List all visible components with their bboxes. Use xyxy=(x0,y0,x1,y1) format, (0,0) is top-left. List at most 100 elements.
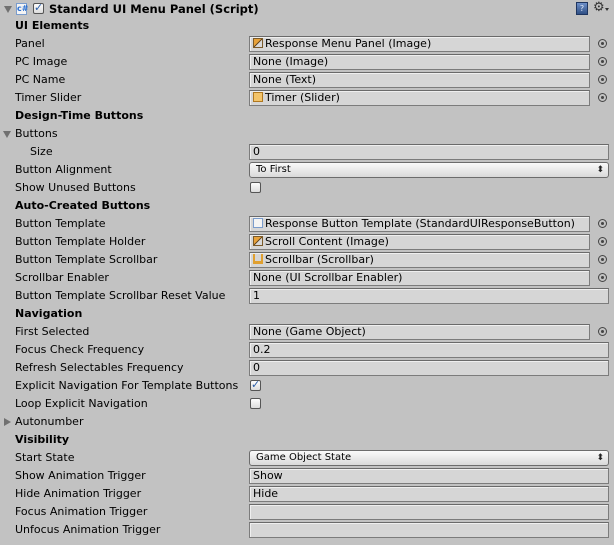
field-value: 0 xyxy=(253,361,260,374)
scrollbar-icon xyxy=(253,254,263,264)
refresh-selectables-frequency-input[interactable]: 0 xyxy=(249,360,609,376)
field-row-pc-image: PC Image None (Image) xyxy=(0,53,614,71)
component-title: Standard UI Menu Panel (Script) xyxy=(49,2,259,16)
foldout-closed-icon[interactable] xyxy=(4,418,11,426)
foldout-open-icon[interactable] xyxy=(3,131,11,138)
object-picker-icon[interactable] xyxy=(598,57,607,66)
field-value: Timer (Slider) xyxy=(265,91,340,104)
button-alignment-dropdown[interactable]: To First ⬍ xyxy=(249,162,609,178)
unfocus-animation-trigger-input[interactable] xyxy=(249,522,609,538)
object-picker-icon[interactable] xyxy=(598,237,607,246)
object-picker-icon[interactable] xyxy=(598,255,607,264)
panel-object-field[interactable]: Response Menu Panel (Image) xyxy=(249,36,590,52)
field-label: Loop Explicit Navigation xyxy=(15,397,148,410)
field-label: Focus Animation Trigger xyxy=(15,505,148,518)
field-label: Show Unused Buttons xyxy=(15,181,136,194)
field-row-focus-check-frequency: Focus Check Frequency 0.2 xyxy=(0,341,614,359)
foldout-label[interactable]: Autonumber xyxy=(15,415,83,428)
field-row-button-template-scrollbar: Button Template Scrollbar Scrollbar (Scr… xyxy=(0,251,614,269)
section-heading: Navigation xyxy=(15,307,83,320)
dropdown-value: To First xyxy=(256,164,291,175)
focus-check-frequency-input[interactable]: 0.2 xyxy=(249,342,609,358)
field-row-timer-slider: Timer Slider Timer (Slider) xyxy=(0,89,614,107)
field-label: Button Alignment xyxy=(15,163,112,176)
object-picker-icon[interactable] xyxy=(598,219,607,228)
field-row-explicit-navigation: Explicit Navigation For Template Buttons xyxy=(0,377,614,395)
pc-image-object-field[interactable]: None (Image) xyxy=(249,54,590,70)
image-icon xyxy=(253,38,263,48)
field-label: Size xyxy=(30,145,53,158)
scrollbar-reset-value-input[interactable]: 1 xyxy=(249,288,609,304)
focus-animation-trigger-input[interactable] xyxy=(249,504,609,520)
field-value: None (Image) xyxy=(253,55,329,68)
field-value: 0.2 xyxy=(253,343,271,356)
field-value: Show xyxy=(253,469,283,482)
foldout-open-icon[interactable] xyxy=(4,6,12,13)
scrollbar-enabler-object-field[interactable]: None (UI Scrollbar Enabler) xyxy=(249,270,590,286)
field-row-panel: Panel Response Menu Panel (Image) xyxy=(0,35,614,53)
field-row-scrollbar-enabler: Scrollbar Enabler None (UI Scrollbar Ena… xyxy=(0,269,614,287)
field-label: Show Animation Trigger xyxy=(15,469,146,482)
help-icon[interactable]: ? xyxy=(576,2,588,15)
field-label: Button Template Scrollbar Reset Value xyxy=(15,289,226,302)
script-icon xyxy=(253,218,263,228)
button-template-scrollbar-object-field[interactable]: Scrollbar (Scrollbar) xyxy=(249,252,590,268)
section-heading: Design-Time Buttons xyxy=(15,109,144,122)
field-value: Scroll Content (Image) xyxy=(265,235,389,248)
field-row-show-unused-buttons: Show Unused Buttons xyxy=(0,179,614,197)
first-selected-object-field[interactable]: None (Game Object) xyxy=(249,324,590,340)
section-navigation: Navigation xyxy=(0,305,614,323)
timer-slider-object-field[interactable]: Timer (Slider) xyxy=(249,90,590,106)
section-visibility: Visibility xyxy=(0,431,614,449)
loop-explicit-navigation-checkbox[interactable] xyxy=(250,398,261,409)
show-animation-trigger-input[interactable]: Show xyxy=(249,468,609,484)
field-label: Start State xyxy=(15,451,75,464)
field-value: None (Game Object) xyxy=(253,325,366,338)
field-value: Hide xyxy=(253,487,279,500)
field-value: None (UI Scrollbar Enabler) xyxy=(253,271,403,284)
foldout-label[interactable]: Buttons xyxy=(15,127,58,140)
component-enabled-checkbox[interactable] xyxy=(33,1,44,14)
field-row-button-template: Button Template Response Button Template… xyxy=(0,215,614,233)
button-template-holder-object-field[interactable]: Scroll Content (Image) xyxy=(249,234,590,250)
show-unused-buttons-checkbox[interactable] xyxy=(250,182,261,193)
field-row-unfocus-animation-trigger: Unfocus Animation Trigger xyxy=(0,521,614,539)
field-row-button-template-holder: Button Template Holder Scroll Content (I… xyxy=(0,233,614,251)
field-value: None (Text) xyxy=(253,73,317,86)
image-icon xyxy=(253,236,263,246)
start-state-dropdown[interactable]: Game Object State ⬍ xyxy=(249,450,609,466)
field-row-refresh-selectables-frequency: Refresh Selectables Frequency 0 xyxy=(0,359,614,377)
object-picker-icon[interactable] xyxy=(598,39,607,48)
field-label: PC Name xyxy=(15,73,66,86)
object-picker-icon[interactable] xyxy=(598,327,607,336)
explicit-navigation-checkbox[interactable] xyxy=(250,378,261,391)
field-label: PC Image xyxy=(15,55,68,68)
field-label: Button Template Holder xyxy=(15,235,146,248)
field-label: Button Template xyxy=(15,217,106,230)
object-picker-icon[interactable] xyxy=(598,93,607,102)
field-value: Response Button Template (StandardUIResp… xyxy=(265,217,575,230)
field-row-pc-name: PC Name None (Text) xyxy=(0,71,614,89)
field-row-buttons[interactable]: Buttons xyxy=(0,125,614,143)
section-auto-created-buttons: Auto-Created Buttons xyxy=(0,197,614,215)
size-input[interactable]: 0 xyxy=(249,144,609,160)
object-picker-icon[interactable] xyxy=(598,273,607,282)
gear-icon[interactable]: ⚙ xyxy=(593,0,605,15)
field-value: 1 xyxy=(253,289,260,302)
field-row-first-selected: First Selected None (Game Object) xyxy=(0,323,614,341)
field-row-autonumber[interactable]: Autonumber xyxy=(0,413,614,431)
button-template-object-field[interactable]: Response Button Template (StandardUIResp… xyxy=(249,216,590,232)
field-row-button-alignment: Button Alignment To First ⬍ xyxy=(0,161,614,179)
hide-animation-trigger-input[interactable]: Hide xyxy=(249,486,609,502)
gear-menu-caret-icon xyxy=(605,8,609,11)
field-label: Focus Check Frequency xyxy=(15,343,145,356)
slider-icon xyxy=(253,92,263,102)
object-picker-icon[interactable] xyxy=(598,75,607,84)
field-row-show-animation-trigger: Show Animation Trigger Show xyxy=(0,467,614,485)
field-row-loop-explicit-navigation: Loop Explicit Navigation xyxy=(0,395,614,413)
dropdown-value: Game Object State xyxy=(256,452,352,463)
pc-name-object-field[interactable]: None (Text) xyxy=(249,72,590,88)
field-value: 0 xyxy=(253,145,260,158)
field-row-scrollbar-reset-value: Button Template Scrollbar Reset Value 1 xyxy=(0,287,614,305)
section-heading: UI Elements xyxy=(15,19,90,32)
